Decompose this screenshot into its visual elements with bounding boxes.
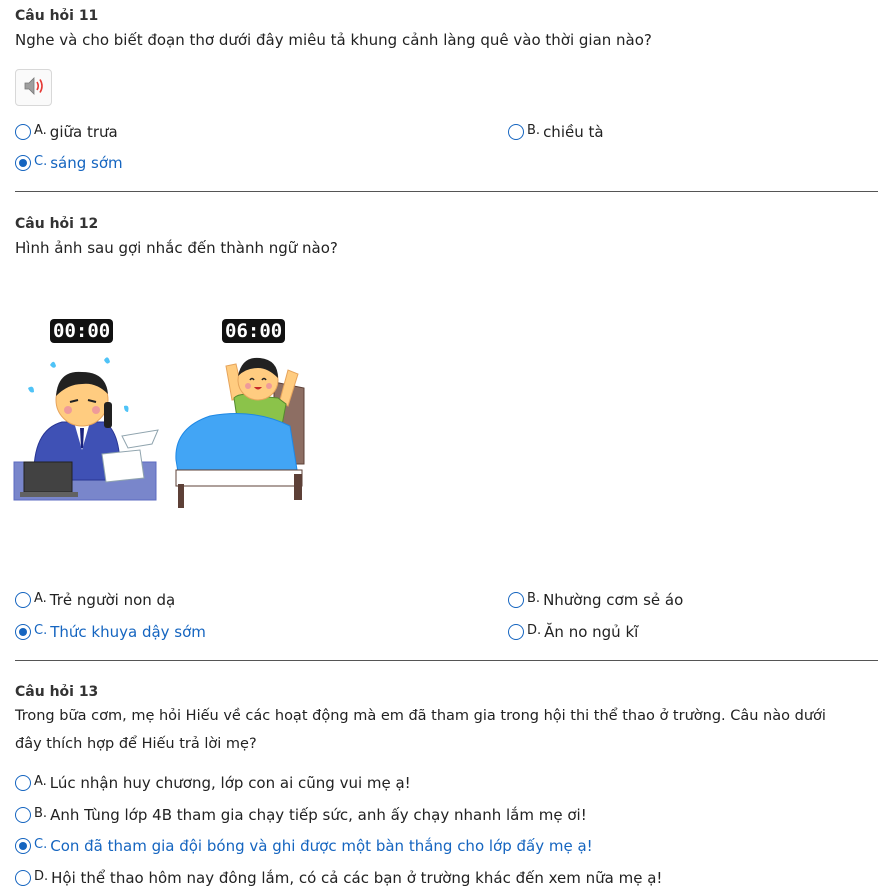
audio-play-button[interactable] bbox=[15, 69, 52, 106]
question-text-line-2: đây thích hợp để Hiếu trả lời mẹ? bbox=[15, 736, 257, 752]
divider bbox=[15, 660, 878, 661]
question-text: Hình ảnh sau gợi nhắc đến thành ngữ nào? bbox=[15, 239, 338, 257]
q13-option-c[interactable]: C. Con đã tham gia đội bóng và ghi được … bbox=[15, 835, 593, 857]
option-text: sáng sớm bbox=[50, 154, 123, 172]
option-letter: A. bbox=[34, 122, 47, 138]
radio-button[interactable] bbox=[15, 807, 31, 823]
q12-option-b[interactable]: B. Nhường cơm sẻ áo bbox=[508, 589, 683, 611]
radio-button[interactable] bbox=[15, 870, 31, 886]
option-letter: C. bbox=[34, 622, 48, 638]
option-letter: A. bbox=[34, 773, 47, 789]
option-text: Lúc nhận huy chương, lớp con ai cũng vui… bbox=[49, 774, 411, 792]
option-letter: B. bbox=[34, 805, 48, 821]
q12-option-d[interactable]: D. Ăn no ngủ kĩ bbox=[508, 621, 638, 643]
clock-morning: 06:00 bbox=[222, 319, 286, 343]
q13-option-a[interactable]: A. Lúc nhận huy chương, lớp con ai cũng … bbox=[15, 772, 411, 794]
option-letter: D. bbox=[527, 622, 542, 638]
option-letter: C. bbox=[34, 153, 48, 169]
option-text: Anh Tùng lớp 4B tham gia chạy tiếp sức, … bbox=[50, 806, 587, 824]
option-text: Thức khuya dậy sớm bbox=[50, 623, 206, 641]
divider bbox=[15, 191, 878, 192]
question-title: Câu hỏi 13 bbox=[15, 684, 99, 700]
radio-button[interactable] bbox=[15, 592, 31, 608]
radio-button[interactable] bbox=[508, 124, 524, 140]
radio-button[interactable] bbox=[15, 124, 31, 140]
option-letter: C. bbox=[34, 836, 48, 852]
option-text: Con đã tham gia đội bóng và ghi được một… bbox=[50, 837, 593, 855]
option-letter: A. bbox=[34, 590, 47, 606]
question-11: Câu hỏi 11 Nghe và cho biết đoạn thơ dướ… bbox=[15, 6, 878, 54]
q11-option-b[interactable]: B. chiều tà bbox=[508, 121, 604, 143]
q11-option-c[interactable]: C. sáng sớm bbox=[15, 152, 123, 174]
option-text: Nhường cơm sẻ áo bbox=[543, 591, 684, 609]
q12-option-c[interactable]: C. Thức khuya dậy sớm bbox=[15, 621, 206, 643]
option-letter: B. bbox=[527, 590, 541, 606]
question-title: Câu hỏi 11 bbox=[15, 8, 99, 24]
radio-button-checked[interactable] bbox=[15, 624, 31, 640]
question-12: Câu hỏi 12 Hình ảnh sau gợi nhắc đến thà… bbox=[15, 214, 878, 262]
radio-button[interactable] bbox=[15, 775, 31, 791]
option-text: Trẻ người non dạ bbox=[49, 591, 176, 609]
q11-option-a[interactable]: A. giữa trưa bbox=[15, 121, 118, 143]
radio-button[interactable] bbox=[508, 624, 524, 640]
q13-option-d[interactable]: D. Hội thể thao hôm nay đông lắm, có cả … bbox=[15, 867, 662, 889]
clock-midnight: 00:00 bbox=[50, 319, 114, 343]
option-letter: B. bbox=[527, 122, 541, 138]
question-13: Câu hỏi 13 Trong bữa cơm, mẹ hỏi Hiếu về… bbox=[15, 682, 878, 758]
radio-button[interactable] bbox=[508, 592, 524, 608]
radio-button-checked[interactable] bbox=[15, 838, 31, 854]
q13-option-b[interactable]: B. Anh Tùng lớp 4B tham gia chạy tiếp sứ… bbox=[15, 804, 587, 826]
illustration-waking-up bbox=[170, 352, 310, 521]
option-letter: D. bbox=[34, 868, 49, 884]
option-text: giữa trưa bbox=[49, 123, 118, 141]
question-text: Nghe và cho biết đoạn thơ dưới đây miêu … bbox=[15, 31, 652, 49]
q12-option-a[interactable]: A. Trẻ người non dạ bbox=[15, 589, 175, 611]
option-text: chiều tà bbox=[543, 123, 604, 141]
illustration-working-late bbox=[12, 350, 162, 509]
question-text-line-1: Trong bữa cơm, mẹ hỏi Hiếu về các hoạt đ… bbox=[15, 708, 826, 724]
option-text: Hội thể thao hôm nay đông lắm, có cả các… bbox=[51, 869, 663, 887]
option-text: Ăn no ngủ kĩ bbox=[544, 623, 639, 641]
question-title: Câu hỏi 12 bbox=[15, 216, 99, 232]
radio-button-checked[interactable] bbox=[15, 155, 31, 171]
speaker-icon bbox=[22, 75, 46, 101]
